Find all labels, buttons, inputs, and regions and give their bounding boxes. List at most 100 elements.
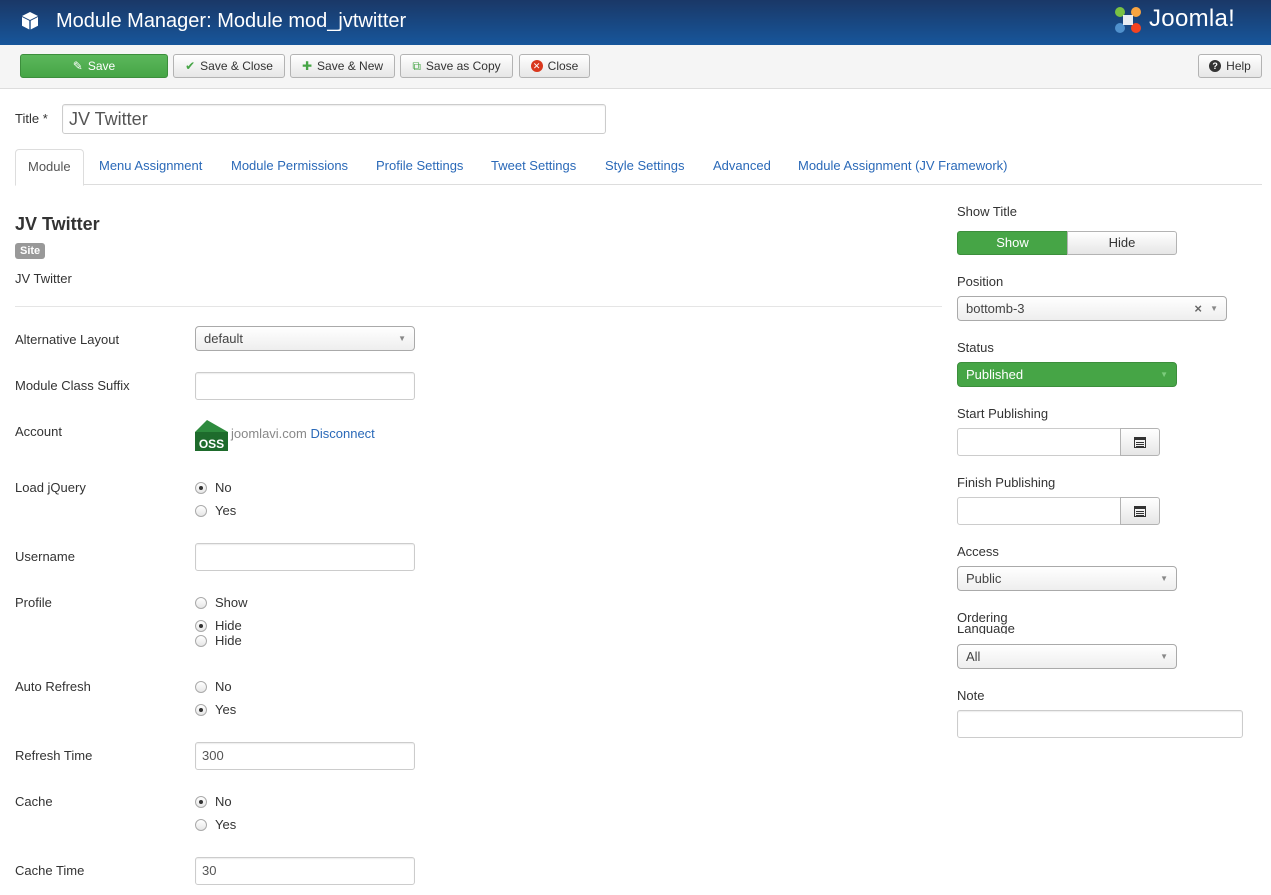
radio-dot [195, 620, 207, 632]
site-badge: Site [15, 243, 46, 259]
username-label: Username [15, 549, 75, 564]
cache-no-radio[interactable]: No [195, 794, 232, 809]
tab-module-assignment-jv[interactable]: Module Assignment (JV Framework) [798, 149, 1008, 185]
check-icon: ✔ [185, 59, 196, 73]
save-new-button[interactable]: ✚ Save & New [290, 54, 395, 78]
ordering-label: Ordering [957, 610, 1008, 625]
toolbar: ✎ Save ✔ Save & Close ✚ Save & New ⧉ Save as… [0, 45, 1271, 89]
module-heading: JV Twitter [15, 214, 100, 234]
load-jquery-label: Load jQuery [15, 480, 86, 495]
save-close-button[interactable]: ✔ Save & Close [173, 54, 285, 78]
show-title-show-button[interactable]: Show [957, 231, 1068, 255]
auto-refresh-label: Auto Refresh [15, 679, 91, 694]
page-title: Module Manager: Module mod_jvtwitter [56, 10, 407, 32]
language-label-overlapped: Language [957, 626, 1015, 634]
help-button[interactable]: ? Help [1198, 54, 1262, 78]
tab-profile-settings[interactable]: Profile Settings [376, 149, 463, 185]
status-select[interactable]: Published ▼ [957, 362, 1177, 387]
caret-down-icon: ▼ [1160, 574, 1168, 583]
access-select[interactable]: Public ▼ [957, 566, 1177, 591]
cache-time-input[interactable]: 30 [195, 857, 415, 885]
tab-style-settings[interactable]: Style Settings [605, 149, 685, 185]
save-button[interactable]: ✎ Save [20, 54, 168, 78]
title-input[interactable]: JV Twitter [62, 104, 606, 134]
caret-down-icon: ▼ [1160, 652, 1168, 661]
load-jquery-no-radio[interactable]: No [195, 480, 232, 495]
auto-refresh-no-radio[interactable]: No [195, 679, 232, 694]
profile-hide-radio[interactable]: Hide [195, 618, 242, 633]
finish-publishing-input[interactable] [957, 497, 1121, 525]
tab-module[interactable]: Module [15, 149, 84, 186]
radio-dot [195, 505, 207, 517]
profile-show-radio[interactable]: Show [195, 595, 248, 610]
tab-bar: Module Menu Assignment Module Permission… [15, 149, 1262, 186]
oss-logo-icon: OSS [195, 420, 228, 451]
start-publishing-input[interactable] [957, 428, 1121, 456]
divider [15, 306, 942, 307]
status-label: Status [957, 340, 994, 355]
save-copy-button[interactable]: ⧉ Save as Copy [400, 54, 513, 78]
access-label: Access [957, 544, 999, 559]
copy-icon: ⧉ [412, 59, 421, 73]
tab-module-permissions[interactable]: Module Permissions [231, 149, 348, 185]
account-label: Account [15, 424, 62, 439]
joomla-logo-icon [1115, 7, 1141, 33]
show-title-toggle: Show Hide [957, 231, 1177, 255]
cache-time-label: Cache Time [15, 863, 85, 878]
position-select[interactable]: bottomb-3 × ▼ [957, 296, 1227, 321]
module-description: JV Twitter [15, 271, 72, 286]
tab-tweet-settings[interactable]: Tweet Settings [491, 149, 576, 185]
radio-dot [195, 597, 207, 609]
finish-publishing-label: Finish Publishing [957, 475, 1056, 490]
joomla-logo: Joomla! [1113, 4, 1263, 36]
module-cube-icon [22, 12, 38, 30]
start-publishing-field [957, 428, 1160, 456]
radio-dot [195, 819, 207, 831]
caret-down-icon: ▼ [1160, 370, 1168, 379]
clear-icon[interactable]: × [1194, 297, 1202, 320]
calendar-icon [1134, 506, 1146, 517]
note-input[interactable] [957, 710, 1243, 738]
show-title-hide-button[interactable]: Hide [1067, 231, 1177, 255]
caret-down-icon: ▼ [398, 334, 406, 343]
load-jquery-yes-radio[interactable]: Yes [195, 503, 236, 518]
profile-label: Profile [15, 595, 52, 610]
position-label: Position [957, 274, 1004, 289]
close-button[interactable]: ✕ Close [519, 54, 590, 78]
alt-layout-select[interactable]: default ▼ [195, 326, 415, 351]
refresh-time-label: Refresh Time [15, 748, 93, 763]
start-publishing-calendar-button[interactable] [1120, 428, 1160, 456]
app-header: Module Manager: Module mod_jvtwitter Joo… [0, 0, 1271, 45]
tab-advanced[interactable]: Advanced [713, 149, 771, 185]
edit-icon: ✎ [72, 59, 83, 73]
cache-yes-radio[interactable]: Yes [195, 817, 236, 832]
plus-icon: ✚ [301, 59, 313, 73]
language-select[interactable]: All ▼ [957, 644, 1177, 669]
joomla-logo-text: Joomla! [1149, 5, 1236, 32]
disconnect-link[interactable]: Disconnect [310, 426, 374, 441]
radio-dot [195, 796, 207, 808]
cancel-circle-icon: ✕ [530, 60, 543, 72]
refresh-time-input[interactable]: 300 [195, 742, 415, 770]
start-publishing-label: Start Publishing [957, 406, 1049, 421]
finish-publishing-calendar-button[interactable] [1120, 497, 1160, 525]
class-suffix-label: Module Class Suffix [15, 378, 130, 393]
radio-dot [195, 681, 207, 693]
calendar-icon [1134, 437, 1146, 448]
class-suffix-input[interactable] [195, 372, 415, 400]
account-info: joomlavi.com Disconnect [231, 426, 375, 441]
account-domain: joomlavi.com [231, 426, 307, 441]
note-label: Note [957, 688, 985, 703]
finish-publishing-field [957, 497, 1160, 525]
title-label: Title * [15, 111, 48, 126]
cache-label: Cache [15, 794, 53, 809]
radio-dot [195, 704, 207, 716]
username-input[interactable] [195, 543, 415, 571]
tab-menu-assignment[interactable]: Menu Assignment [99, 149, 202, 185]
svg-text:OSS: OSS [199, 437, 224, 451]
profile-hide-radio-2[interactable]: Hide [195, 633, 242, 648]
show-title-label: Show Title [957, 204, 1017, 219]
question-circle-icon: ? [1209, 60, 1222, 72]
auto-refresh-yes-radio[interactable]: Yes [195, 702, 236, 717]
radio-dot [195, 635, 207, 647]
